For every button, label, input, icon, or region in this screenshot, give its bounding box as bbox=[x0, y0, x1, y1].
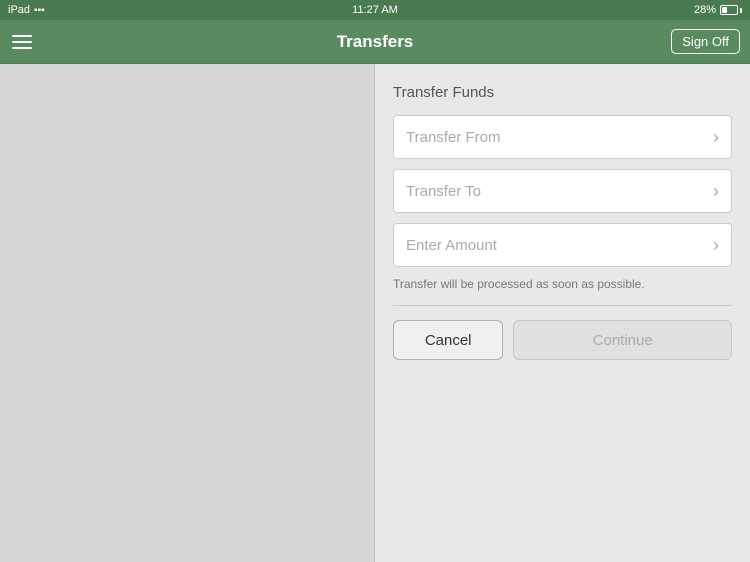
status-bar-right: 28% bbox=[694, 4, 742, 16]
section-title: Transfer Funds bbox=[393, 84, 732, 101]
hamburger-line-3 bbox=[12, 47, 32, 49]
page-title: Transfers bbox=[337, 32, 414, 52]
transfer-from-chevron-icon: › bbox=[713, 127, 719, 148]
device-label: iPad bbox=[8, 4, 30, 16]
status-bar-left: iPad ▪▪▪ bbox=[8, 4, 45, 16]
enter-amount-label: Enter Amount bbox=[406, 237, 497, 254]
left-panel bbox=[0, 64, 375, 562]
buttons-row: Cancel Continue bbox=[393, 320, 732, 360]
transfer-to-row[interactable]: Transfer To › bbox=[393, 169, 732, 213]
status-bar-time: 11:27 AM bbox=[352, 4, 398, 16]
enter-amount-chevron-icon: › bbox=[713, 235, 719, 256]
status-bar: iPad ▪▪▪ 11:27 AM 28% bbox=[0, 0, 750, 20]
sign-off-button[interactable]: Sign Off bbox=[671, 29, 740, 54]
divider bbox=[393, 305, 732, 306]
continue-button[interactable]: Continue bbox=[513, 320, 732, 360]
transfer-from-row[interactable]: Transfer From › bbox=[393, 115, 732, 159]
hamburger-line-2 bbox=[12, 41, 32, 43]
menu-button[interactable] bbox=[12, 35, 32, 49]
nav-bar: Transfers Sign Off bbox=[0, 20, 750, 64]
battery-percent: 28% bbox=[694, 4, 716, 16]
transfer-to-label: Transfer To bbox=[406, 183, 481, 200]
cancel-button[interactable]: Cancel bbox=[393, 320, 503, 360]
main-layout: Transfer Funds Transfer From › Transfer … bbox=[0, 64, 750, 562]
battery-icon bbox=[720, 5, 742, 15]
hamburger-line-1 bbox=[12, 35, 32, 37]
enter-amount-row[interactable]: Enter Amount › bbox=[393, 223, 732, 267]
transfer-to-chevron-icon: › bbox=[713, 181, 719, 202]
info-text: Transfer will be processed as soon as po… bbox=[393, 277, 732, 291]
transfer-from-label: Transfer From bbox=[406, 129, 500, 146]
right-panel: Transfer Funds Transfer From › Transfer … bbox=[375, 64, 750, 562]
wifi-icon: ▪▪▪ bbox=[34, 5, 45, 16]
